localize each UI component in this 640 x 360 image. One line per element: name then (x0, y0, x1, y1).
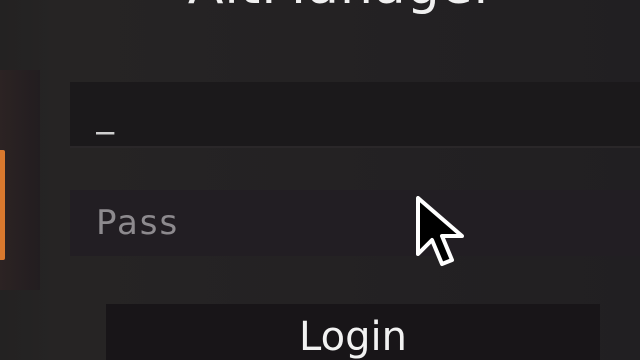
login-button[interactable]: Login (106, 304, 600, 360)
app-title: AltManager (22, 0, 640, 16)
password-input[interactable] (96, 190, 640, 256)
password-field[interactable] (70, 190, 640, 256)
mouse-pointer-icon (416, 196, 464, 266)
username-field[interactable] (70, 82, 640, 148)
username-input[interactable] (96, 82, 640, 146)
login-window: AltManager Login (0, 0, 640, 360)
left-panel-edge (0, 70, 40, 290)
accent-bar (0, 150, 5, 260)
